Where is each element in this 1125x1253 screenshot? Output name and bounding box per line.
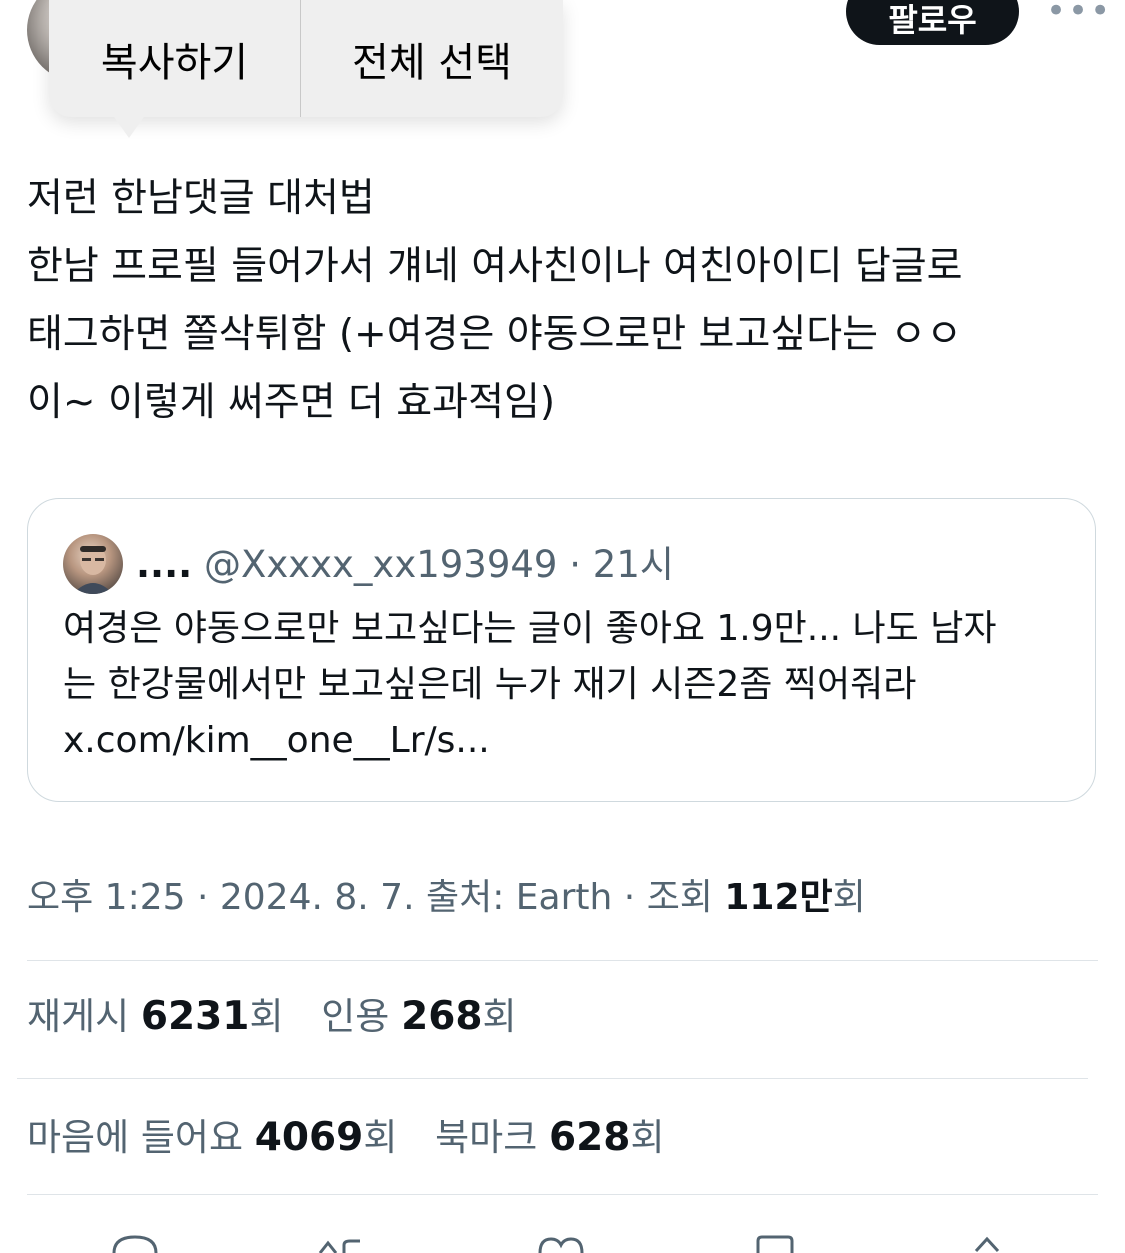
likes-suffix: 회 [363,1116,398,1159]
reply-icon[interactable] [110,1233,160,1253]
share-icon[interactable] [962,1233,1012,1253]
views-suffix: 회 [832,877,866,918]
retweets-label: 재게시 [27,995,141,1038]
bookmarks-count: 628 [549,1115,631,1160]
copy-menu-item[interactable]: 복사하기 [49,0,301,117]
bookmarks-suffix: 회 [630,1116,665,1159]
meta-separator: · [612,877,647,918]
divider [27,1194,1098,1195]
engagement-stats-row: 마음에 들어요 4069회 북마크 628회 [27,1108,690,1168]
quoted-author-avatar[interactable] [63,534,123,594]
quoted-tweet-card[interactable]: .... @Xxxxx_xx193949 · 21시 여경은 야동으로만 보고싶… [27,498,1096,802]
likes-stat[interactable]: 마음에 들어요 4069회 [27,1115,398,1160]
retweets-suffix: 회 [249,995,284,1038]
divider [27,960,1098,961]
tweet-action-bar [0,1225,1125,1253]
bookmark-icon[interactable] [750,1233,800,1253]
retweets-stat[interactable]: 재게시 6231회 [27,994,284,1039]
retweet-icon[interactable] [316,1233,366,1253]
bookmarks-stat[interactable]: 북마크 628회 [435,1115,665,1160]
bookmarks-label: 북마크 [435,1116,550,1159]
quotes-label: 인용 [321,995,402,1038]
quoted-author-name[interactable]: .... [136,543,192,586]
more-options-icon[interactable]: ••• [1046,0,1110,28]
text-selection-menu: 복사하기 전체 선택 [49,0,563,117]
source-label: 출처: [414,877,516,918]
tweet-text: 저런 한남댓글 대처법 한남 프로필 들어가서 걔네 여사친이나 여친아이디 답… [27,176,963,425]
menu-pointer [112,114,146,138]
likes-count: 4069 [254,1115,364,1160]
quotes-suffix: 회 [482,995,517,1038]
tweet-meta: 오후 1:25 · 2024. 8. 7. 출처: Earth · 조회 112… [27,868,866,928]
tweet-source: Earth [515,877,613,918]
divider [17,1078,1088,1079]
tweet-date: 2024. 8. 7. [219,877,415,918]
quotes-count: 268 [401,994,483,1039]
follow-button[interactable]: 팔로우 [846,0,1019,45]
likes-label: 마음에 들어요 [27,1116,255,1159]
quoted-header-separator: · [569,543,582,586]
views-count[interactable]: 112만 [724,877,832,918]
meta-separator: · [185,877,220,918]
tweet-time: 오후 1:25 [27,877,186,918]
retweets-count: 6231 [140,994,250,1039]
repost-stats-row: 재게시 6231회 인용 268회 [27,987,543,1047]
quoted-tweet-header: .... @Xxxxx_xx193949 · 21시 [136,537,674,593]
quoted-tweet-time: 21시 [592,543,674,586]
quoted-author-handle[interactable]: @Xxxxx_xx193949 [204,543,557,586]
quotes-stat[interactable]: 인용 268회 [321,994,517,1039]
like-icon[interactable] [536,1233,586,1253]
select-all-menu-item[interactable]: 전체 선택 [301,0,563,117]
views-label: 조회 [646,877,725,918]
quoted-tweet-text: 여경은 야동으로만 보고싶다는 글이 좋아요 1.9만... 나도 남자 는 한… [63,608,997,761]
